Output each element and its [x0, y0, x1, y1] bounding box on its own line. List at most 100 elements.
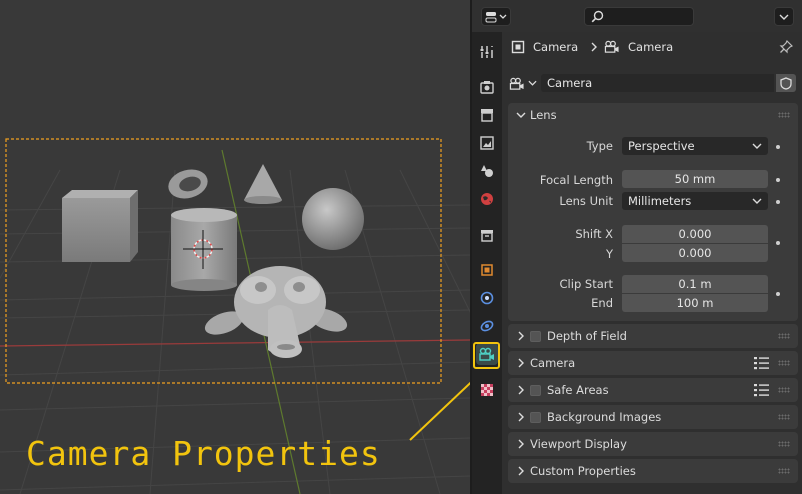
chevron-down-icon: [752, 143, 762, 149]
keyframe-dot-icon[interactable]: [776, 241, 780, 245]
constraint-icon: [480, 320, 494, 332]
background-images-panel[interactable]: Background Images: [508, 405, 798, 429]
shield-icon: [780, 76, 792, 90]
safe-areas-panel[interactable]: Safe Areas: [508, 378, 798, 402]
focal-length-label: Focal Length: [539, 173, 613, 187]
custom-properties-title: Custom Properties: [530, 464, 636, 478]
drag-grip-icon[interactable]: [778, 414, 790, 420]
render-icon: [480, 81, 494, 94]
tab-view-layer[interactable]: [476, 132, 498, 154]
lens-unit-label: Lens Unit: [559, 194, 613, 208]
annotation-label: Camera Properties: [26, 434, 381, 473]
clip-start-field[interactable]: 0.1 m: [622, 275, 768, 293]
breadcrumb-data-name: Camera: [628, 40, 674, 54]
keyframe-dot-icon[interactable]: [776, 145, 780, 149]
3d-viewport[interactable]: Camera Properties: [0, 0, 470, 494]
keyframe-dot-icon[interactable]: [776, 200, 780, 204]
breadcrumb-object-name: Camera: [533, 40, 579, 54]
presets-list-icon[interactable]: [754, 356, 770, 370]
lens-unit-dropdown[interactable]: Millimeters: [622, 192, 768, 210]
tool-icon: [480, 46, 493, 58]
viewport-scene: [0, 138, 470, 494]
focal-length-field[interactable]: 50 mm: [622, 170, 768, 188]
chevron-down-icon: [779, 14, 789, 20]
safe-areas-title: Safe Areas: [547, 383, 609, 397]
tab-tool[interactable]: [476, 41, 498, 63]
type-value: Perspective: [628, 139, 695, 153]
clip-end-field[interactable]: 100 m: [622, 294, 768, 312]
background-images-checkbox[interactable]: [530, 411, 541, 423]
tab-physics[interactable]: [476, 287, 498, 309]
breadcrumb: Camera Camera: [502, 32, 802, 62]
tab-object[interactable]: [476, 259, 498, 281]
type-label: Type: [586, 139, 613, 153]
cube-object: [62, 190, 138, 262]
background-images-title: Background Images: [547, 410, 662, 424]
tab-texture[interactable]: [476, 379, 498, 401]
drag-grip-icon[interactable]: [778, 468, 790, 474]
tab-scene[interactable]: [476, 160, 498, 182]
viewport-display-panel[interactable]: Viewport Display: [508, 432, 798, 456]
viewport-display-title: Viewport Display: [530, 437, 627, 451]
lens-panel-header[interactable]: Lens: [508, 103, 798, 127]
drag-grip-icon[interactable]: [778, 441, 790, 447]
tab-collection[interactable]: [476, 224, 498, 246]
type-dropdown[interactable]: Perspective: [622, 137, 768, 155]
clip-end-label: End: [591, 296, 613, 310]
camera-panel[interactable]: Camera: [508, 351, 798, 375]
editor-type-icon: [485, 11, 507, 22]
chevron-right-icon: [518, 439, 524, 449]
properties-tab-column: [472, 32, 502, 494]
tab-render[interactable]: [476, 76, 498, 98]
lens-panel: Lens Type Perspective Focal Length 50 mm…: [508, 103, 798, 321]
texture-icon: [481, 384, 493, 396]
tab-constraint[interactable]: [476, 315, 498, 337]
drag-grip-icon[interactable]: [778, 112, 790, 118]
depth-of-field-title: Depth of Field: [547, 329, 627, 343]
fake-user-button[interactable]: [776, 74, 796, 92]
depth-of-field-panel[interactable]: Depth of Field: [508, 324, 798, 348]
properties-panel: Camera Camera Camera Lens Type Perspecti…: [502, 32, 802, 494]
search-icon: [591, 10, 604, 23]
cone-object: [244, 164, 282, 204]
editor-type-button[interactable]: [481, 7, 511, 26]
search-input[interactable]: [584, 7, 694, 26]
presets-list-icon[interactable]: [754, 383, 770, 397]
drag-grip-icon[interactable]: [778, 360, 790, 366]
custom-properties-panel[interactable]: Custom Properties: [508, 459, 798, 483]
callout-line: [409, 381, 470, 441]
output-icon: [481, 109, 493, 122]
chevron-right-icon: [518, 331, 524, 341]
scene-icon: [481, 165, 493, 177]
lens-panel-title: Lens: [530, 108, 557, 122]
chevron-right-icon: [591, 42, 597, 52]
keyframe-dot-icon[interactable]: [776, 178, 780, 182]
drag-grip-icon[interactable]: [778, 333, 790, 339]
object-icon: [481, 264, 493, 276]
options-dropdown-button[interactable]: [774, 7, 794, 26]
datablock-selector: Camera: [508, 72, 798, 94]
properties-header: [472, 0, 802, 33]
shift-y-field[interactable]: 0.000: [622, 244, 768, 262]
torus-object: [168, 169, 208, 199]
tab-highlight-box: [473, 342, 500, 369]
clip-start-label: Clip Start: [559, 277, 613, 291]
safe-areas-checkbox[interactable]: [530, 384, 541, 396]
shift-x-field[interactable]: 0.000: [622, 225, 768, 243]
chevron-down-icon: [516, 112, 526, 118]
camera-data-icon: [509, 77, 524, 90]
chevron-down-icon: [752, 198, 762, 204]
tab-output[interactable]: [476, 104, 498, 126]
chevron-down-icon: [528, 80, 537, 86]
depth-of-field-checkbox[interactable]: [530, 330, 541, 342]
datablock-name-field[interactable]: Camera: [541, 74, 774, 92]
browse-camera-data-button[interactable]: [508, 74, 540, 92]
drag-grip-icon[interactable]: [778, 387, 790, 393]
camera-data-icon: [604, 40, 619, 53]
chevron-right-icon: [518, 412, 524, 422]
x-axis-line: [0, 339, 470, 347]
pin-icon[interactable]: [779, 40, 793, 54]
lens-unit-value: Millimeters: [628, 194, 692, 208]
keyframe-dot-icon[interactable]: [776, 292, 780, 296]
tab-world[interactable]: [476, 188, 498, 210]
